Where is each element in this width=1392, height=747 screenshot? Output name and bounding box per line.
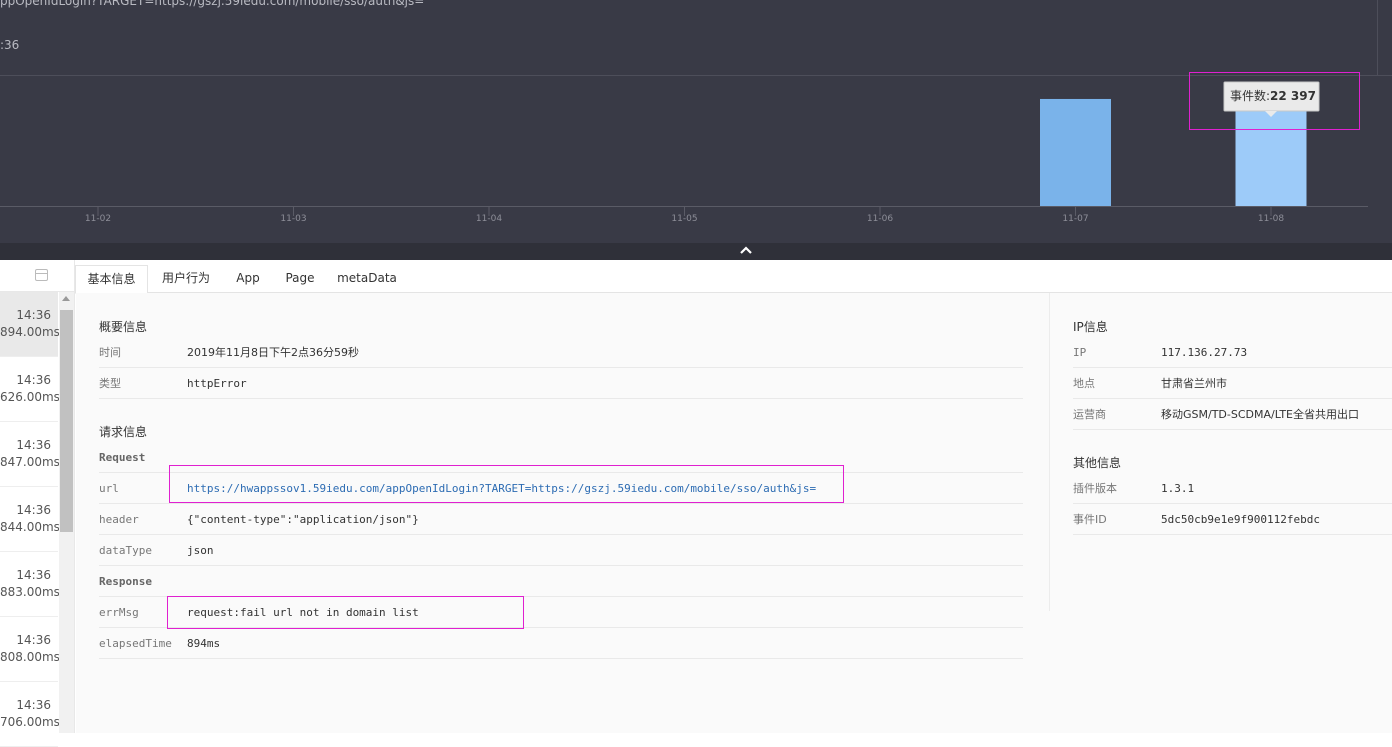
overview-title: 概要信息	[99, 320, 148, 334]
elapsed-value: 894ms	[187, 637, 221, 650]
datatype-value: json	[187, 544, 214, 557]
row-response: Response	[99, 566, 1023, 597]
ip-title: IP信息	[1073, 320, 1108, 334]
row-eventid: 事件ID 5dc50cb9e1e9f900112febdc	[1073, 504, 1392, 535]
list-item[interactable]: 14:36 626.00ms	[0, 357, 60, 422]
other-title: 其他信息	[1073, 456, 1122, 470]
eventid-value: 5dc50cb9e1e9f900112febdc	[1161, 513, 1320, 526]
tab-app[interactable]: App	[227, 265, 269, 293]
x-tick-label: 11-03	[280, 214, 306, 224]
x-tick-label: 11-08	[1258, 214, 1284, 224]
x-tick-label: 11-07	[1062, 214, 1088, 224]
x-tick-label: 11-02	[85, 214, 111, 224]
row-time: 时间 2019年11月8日下午2点36分59秒	[99, 337, 1023, 368]
eventid-label: 事件ID	[1073, 513, 1107, 526]
row-header: header {"content-type":"application/json…	[99, 504, 1023, 535]
list-item-time: 14:36	[16, 438, 51, 452]
chart-panel: ppOpenIdLogin?TARGET=https://gszj.59iedu…	[0, 0, 1392, 243]
ip-value: 117.136.27.73	[1161, 346, 1248, 359]
chart-bar[interactable]	[1040, 98, 1111, 206]
errmsg-label: errMsg	[99, 606, 139, 619]
location-value: 甘肃省兰州市	[1161, 377, 1227, 390]
list-item-duration: 847.00ms	[0, 455, 60, 469]
list-item-duration: 706.00ms	[0, 715, 60, 729]
calendar-icon[interactable]	[35, 269, 48, 281]
list-item[interactable]: 14:36 808.00ms	[0, 617, 60, 682]
response-label: Response	[99, 575, 152, 588]
datatype-label: dataType	[99, 544, 152, 557]
row-plugin: 插件版本 1.3.1	[1073, 473, 1392, 504]
highlight-url	[169, 465, 844, 503]
column-divider	[1049, 293, 1050, 611]
highlight-errmsg	[167, 596, 524, 629]
list-item-duration: 808.00ms	[0, 650, 60, 664]
tab-metadata[interactable]: metaData	[335, 265, 399, 293]
highlight-tooltip	[1189, 72, 1360, 130]
header-label: header	[99, 513, 139, 526]
x-tick-label: 11-05	[671, 214, 697, 224]
tab-user-behavior[interactable]: 用户行为	[153, 265, 219, 293]
list-scrollbar[interactable]	[59, 292, 74, 733]
list-item-time: 14:36	[16, 633, 51, 647]
time-label: 时间	[99, 346, 121, 359]
list-item-time: 14:36	[16, 503, 51, 517]
scroll-thumb[interactable]	[60, 310, 73, 532]
list-item-time: 14:36	[16, 568, 51, 582]
list-item[interactable]: 14:36 883.00ms	[0, 552, 60, 617]
location-label: 地点	[1073, 377, 1095, 390]
x-tick-label: 11-04	[476, 214, 502, 224]
carrier-value: 移动GSM/TD-SCDMA/LTE全省共用出口	[1161, 408, 1359, 421]
request-title: 请求信息	[99, 425, 148, 439]
row-elapsed: elapsedTime 894ms	[99, 628, 1023, 659]
list-item-time: 14:36	[16, 308, 51, 322]
list-item[interactable]: 14:36 894.00ms	[0, 292, 60, 357]
request-label: Request	[99, 451, 146, 464]
type-value: httpError	[187, 377, 247, 390]
plugin-value: 1.3.1	[1161, 482, 1195, 495]
collapse-bar[interactable]	[0, 243, 1392, 260]
row-datatype: dataType json	[99, 535, 1023, 566]
list-item[interactable]: 14:36 706.00ms	[0, 682, 60, 747]
row-ip: IP 117.136.27.73	[1073, 337, 1392, 368]
event-count-chart: 11-02 11-03 11-04 11-05 11-06 11-07 11-08事件数:2…	[0, 81, 1368, 224]
time-value: 2019年11月8日下午2点36分59秒	[187, 346, 359, 359]
list-item[interactable]: 14:36 844.00ms	[0, 487, 60, 552]
ip-label: IP	[1073, 346, 1087, 359]
list-item-duration: 894.00ms	[0, 325, 60, 339]
detail-content: 概要信息 时间 2019年11月8日下午2点36分59秒 类型 httpErro…	[76, 293, 1392, 733]
type-label: 类型	[99, 377, 121, 390]
tab-page[interactable]: Page	[279, 265, 321, 293]
x-tick-label: 11-06	[867, 214, 893, 224]
chevron-up-icon[interactable]	[737, 242, 755, 260]
list-item-time: 14:36	[16, 373, 51, 387]
list-item-time: 14:36	[16, 698, 51, 712]
row-type: 类型 httpError	[99, 368, 1023, 399]
row-carrier: 运营商 移动GSM/TD-SCDMA/LTE全省共用出口	[1073, 399, 1392, 430]
carrier-label: 运营商	[1073, 408, 1106, 421]
list-item-duration: 844.00ms	[0, 520, 60, 534]
scroll-up-icon[interactable]	[62, 296, 70, 301]
detail-tabs: 基本信息 用户行为 App Page metaData	[75, 260, 1392, 294]
tab-basic-info[interactable]: 基本信息	[75, 265, 148, 294]
list-item-duration: 883.00ms	[0, 585, 60, 599]
header-value: {"content-type":"application/json"}	[187, 513, 419, 526]
elapsed-label: elapsedTime	[99, 637, 172, 650]
plugin-label: 插件版本	[1073, 482, 1117, 495]
url-label: url	[99, 482, 119, 495]
list-header	[0, 260, 74, 292]
row-location: 地点 甘肃省兰州市	[1073, 368, 1392, 399]
list-item[interactable]: 14:36 847.00ms	[0, 422, 60, 487]
list-item-duration: 626.00ms	[0, 390, 60, 404]
